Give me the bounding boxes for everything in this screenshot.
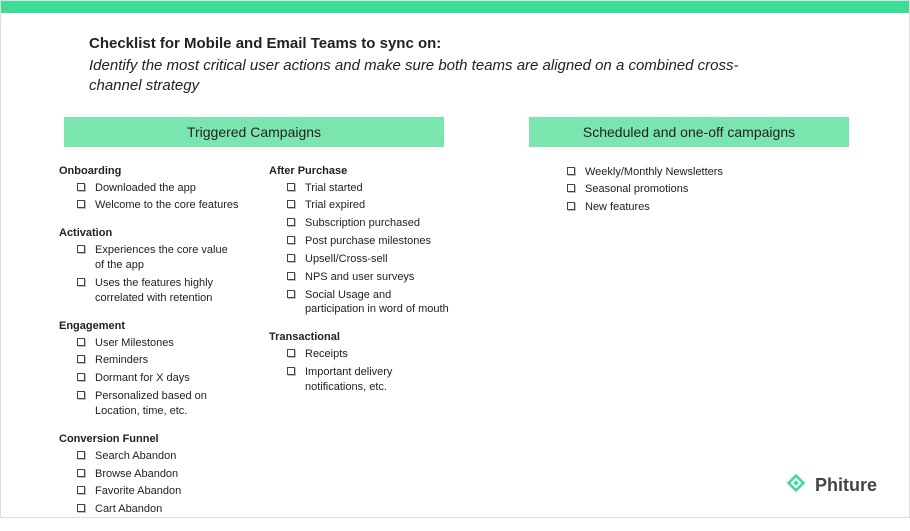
group-title: Conversion Funnel bbox=[59, 433, 239, 445]
checkbox-icon[interactable] bbox=[77, 469, 85, 477]
triggered-subcol-1: Onboarding Downloaded the app Welcome to… bbox=[59, 165, 239, 531]
list-item: New features bbox=[567, 200, 849, 215]
checkbox-icon[interactable] bbox=[77, 355, 85, 363]
page-subtitle: Identify the most critical user actions … bbox=[89, 56, 769, 97]
item-label: Weekly/Monthly Newsletters bbox=[585, 165, 849, 180]
checkbox-icon[interactable] bbox=[77, 391, 85, 399]
item-label: Trial started bbox=[305, 181, 449, 196]
checkbox-icon[interactable] bbox=[77, 200, 85, 208]
list-item: Important delivery notifications, etc. bbox=[287, 365, 449, 395]
item-label: NPS and user surveys bbox=[305, 270, 449, 285]
list-item: Trial started bbox=[287, 181, 449, 196]
triggered-heading: Triggered Campaigns bbox=[64, 117, 444, 147]
item-label: Subscription purchased bbox=[305, 216, 449, 231]
item-label: Receipts bbox=[305, 347, 449, 362]
columns-wrapper: Triggered Campaigns Onboarding Downloade… bbox=[59, 117, 821, 531]
item-label: Upsell/Cross-sell bbox=[305, 252, 449, 267]
group-title: Activation bbox=[59, 227, 239, 239]
list-item: User Milestones bbox=[77, 336, 239, 351]
item-label: Personalized based on Location, time, et… bbox=[95, 389, 239, 419]
item-label: Welcome to the core features bbox=[95, 198, 239, 213]
accent-top-bar bbox=[1, 1, 909, 13]
list-item: Upsell/Cross-sell bbox=[287, 252, 449, 267]
list-item: Personalized based on Location, time, et… bbox=[77, 389, 239, 419]
list-item: Weekly/Monthly Newsletters bbox=[567, 165, 849, 180]
list-item: Dormant for X days bbox=[77, 371, 239, 386]
item-label: Experiences the core value of the app bbox=[95, 243, 239, 273]
checkbox-icon[interactable] bbox=[287, 367, 295, 375]
list-item: Seasonal promotions bbox=[567, 182, 849, 197]
list-item: Social Usage and participation in word o… bbox=[287, 288, 449, 318]
page-content: Checklist for Mobile and Email Teams to … bbox=[1, 13, 909, 531]
item-label: Important delivery notifications, etc. bbox=[305, 365, 449, 395]
checkbox-icon[interactable] bbox=[287, 200, 295, 208]
group-activation: Activation Experiences the core value of… bbox=[59, 227, 239, 305]
triggered-subcolumns: Onboarding Downloaded the app Welcome to… bbox=[59, 165, 449, 531]
group-engagement: Engagement User Milestones Reminders Dor… bbox=[59, 320, 239, 419]
item-label: Trial expired bbox=[305, 198, 449, 213]
group-conversion-funnel: Conversion Funnel Search Abandon Browse … bbox=[59, 433, 239, 517]
item-label: Favorite Abandon bbox=[95, 484, 239, 499]
group-title: After Purchase bbox=[269, 165, 449, 177]
item-label: Dormant for X days bbox=[95, 371, 239, 386]
list-item: Favorite Abandon bbox=[77, 484, 239, 499]
item-label: Social Usage and participation in word o… bbox=[305, 288, 449, 318]
checkbox-icon[interactable] bbox=[77, 504, 85, 512]
checkbox-icon[interactable] bbox=[287, 349, 295, 357]
group-title: Onboarding bbox=[59, 165, 239, 177]
item-label: User Milestones bbox=[95, 336, 239, 351]
list-item: Cart Abandon bbox=[77, 502, 239, 517]
list-item: Experiences the core value of the app bbox=[77, 243, 239, 273]
brand-name: Phiture bbox=[815, 475, 877, 496]
list-item: Trial expired bbox=[287, 198, 449, 213]
item-label: Browse Abandon bbox=[95, 467, 239, 482]
checkbox-icon[interactable] bbox=[287, 218, 295, 226]
group-onboarding: Onboarding Downloaded the app Welcome to… bbox=[59, 165, 239, 214]
item-label: Uses the features highly correlated with… bbox=[95, 276, 239, 306]
checkbox-icon[interactable] bbox=[77, 245, 85, 253]
list-item: Browse Abandon bbox=[77, 467, 239, 482]
item-label: Reminders bbox=[95, 353, 239, 368]
item-label: Downloaded the app bbox=[95, 181, 239, 196]
group-transactional: Transactional Receipts Important deliver… bbox=[269, 331, 449, 395]
item-label: Post purchase milestones bbox=[305, 234, 449, 249]
group-title: Transactional bbox=[269, 331, 449, 343]
checkbox-icon[interactable] bbox=[77, 373, 85, 381]
list-item: Subscription purchased bbox=[287, 216, 449, 231]
checkbox-icon[interactable] bbox=[567, 184, 575, 192]
list-item: Reminders bbox=[77, 353, 239, 368]
item-label: Search Abandon bbox=[95, 449, 239, 464]
checkbox-icon[interactable] bbox=[287, 272, 295, 280]
brand-logo: Phiture bbox=[785, 472, 877, 499]
checkbox-icon[interactable] bbox=[287, 254, 295, 262]
checkbox-icon[interactable] bbox=[567, 167, 575, 175]
diamond-icon bbox=[785, 472, 807, 499]
checkbox-icon[interactable] bbox=[77, 486, 85, 494]
checkbox-icon[interactable] bbox=[567, 202, 575, 210]
list-item: Uses the features highly correlated with… bbox=[77, 276, 239, 306]
page-title: Checklist for Mobile and Email Teams to … bbox=[89, 35, 821, 52]
triggered-campaigns-panel: Triggered Campaigns Onboarding Downloade… bbox=[59, 117, 449, 531]
checkbox-icon[interactable] bbox=[77, 451, 85, 459]
scheduled-campaigns-panel: Scheduled and one-off campaigns Weekly/M… bbox=[529, 117, 849, 531]
checkbox-icon[interactable] bbox=[77, 278, 85, 286]
checkbox-icon[interactable] bbox=[287, 290, 295, 298]
list-item: Welcome to the core features bbox=[77, 198, 239, 213]
item-label: Cart Abandon bbox=[95, 502, 239, 517]
list-item: Search Abandon bbox=[77, 449, 239, 464]
scheduled-heading: Scheduled and one-off campaigns bbox=[529, 117, 849, 147]
group-after-purchase: After Purchase Trial started Trial expir… bbox=[269, 165, 449, 318]
list-item: Post purchase milestones bbox=[287, 234, 449, 249]
group-title: Engagement bbox=[59, 320, 239, 332]
checkbox-icon[interactable] bbox=[77, 338, 85, 346]
triggered-subcol-2: After Purchase Trial started Trial expir… bbox=[269, 165, 449, 531]
item-label: New features bbox=[585, 200, 849, 215]
list-item: Receipts bbox=[287, 347, 449, 362]
list-item: NPS and user surveys bbox=[287, 270, 449, 285]
checkbox-icon[interactable] bbox=[77, 183, 85, 191]
checkbox-icon[interactable] bbox=[287, 236, 295, 244]
list-item: Downloaded the app bbox=[77, 181, 239, 196]
item-label: Seasonal promotions bbox=[585, 182, 849, 197]
checkbox-icon[interactable] bbox=[287, 183, 295, 191]
